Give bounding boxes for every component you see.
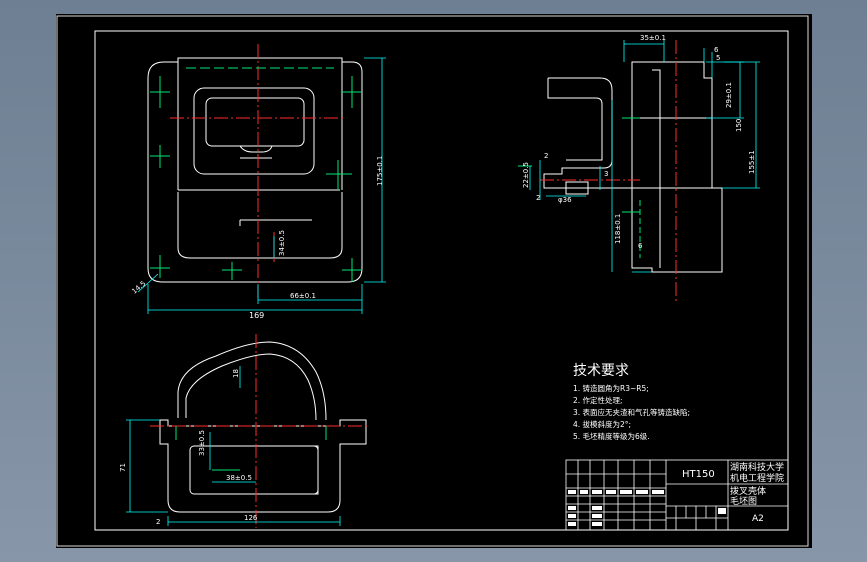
notes-item-5: 5. 毛坯精度等级为6级.	[573, 431, 650, 441]
notes-item-1: 1. 铸造圆角为R3~R5;	[573, 383, 649, 393]
drawing-type: 毛坯图	[730, 495, 757, 507]
material-label: HT150	[682, 469, 715, 480]
dim-33: 33±0.5	[198, 430, 206, 456]
college-name: 机电工程学院	[730, 472, 784, 484]
dim-18: 18	[232, 369, 240, 378]
notes-item-3: 3. 表面应无夹渣和气孔等铸造缺陷;	[573, 407, 690, 417]
part-name: 拨叉壳体	[730, 485, 766, 497]
dim-38: 38±0.5	[226, 474, 252, 482]
cad-drawing: 169 66±0.1 14.5 175±0.1 34±0.5 35±0.1 6 …	[0, 0, 867, 562]
dim-6b: 6	[638, 242, 643, 250]
dim-2c: 2	[156, 518, 160, 526]
dim-34: 34±0.5	[278, 230, 286, 256]
dim-22: 22±0.5	[522, 162, 530, 188]
dim-175: 175±0.1	[376, 156, 384, 186]
dim-66: 66±0.1	[290, 292, 316, 300]
dim-2a: 2	[544, 152, 548, 160]
dim-2b: 2	[536, 194, 540, 202]
sheet-size: A2	[752, 514, 764, 524]
notes-item-4: 4. 拔模斜度为2°;	[573, 419, 631, 429]
dim-phi36: φ36	[558, 196, 572, 204]
dim-5: 5	[716, 54, 720, 62]
dim-118: 118±0.1	[614, 214, 622, 244]
dim-169: 169	[249, 311, 264, 320]
model-space	[56, 14, 812, 548]
dim-29: 29±0.1	[725, 82, 733, 108]
dim-6: 6	[714, 46, 719, 54]
dim-126: 126	[244, 514, 258, 522]
school-name: 湖南科技大学	[730, 461, 784, 473]
notes-item-2: 2. 作定性处理;	[573, 395, 623, 405]
notes-title: 技术要求	[573, 363, 629, 379]
dim-35: 35±0.1	[640, 34, 666, 42]
dim-71: 71	[119, 463, 127, 472]
dim-3: 3	[604, 170, 608, 178]
dim-150: 150	[735, 119, 743, 132]
dim-155: 155±1	[748, 150, 756, 174]
